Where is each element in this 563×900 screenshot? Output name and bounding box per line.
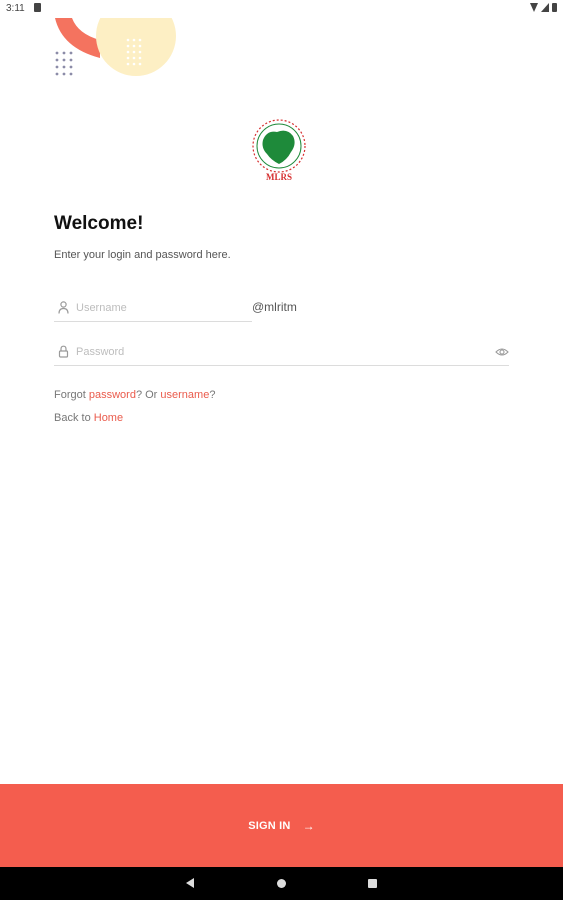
forgot-password-link[interactable]: password: [89, 389, 136, 401]
password-field[interactable]: [54, 338, 509, 366]
username-input[interactable]: [76, 297, 252, 318]
forgot-suffix: ?: [209, 389, 216, 401]
forgot-credentials-line: Forgot password? Or username?: [54, 389, 215, 401]
person-icon: [56, 300, 70, 316]
sign-in-button[interactable]: SIGN IN →: [0, 784, 563, 867]
eye-icon[interactable]: [495, 345, 509, 359]
username-field[interactable]: [54, 294, 252, 322]
page-title: Welcome!: [54, 213, 144, 234]
back-nav-icon[interactable]: [186, 878, 194, 888]
page-subtitle: Enter your login and password here.: [54, 249, 231, 261]
forgot-middle: ? Or: [135, 389, 161, 401]
arrow-right-icon: →: [302, 818, 315, 833]
username-domain-suffix: @mlritm: [252, 300, 297, 314]
home-link[interactable]: Home: [94, 412, 123, 424]
wifi-icon: [530, 3, 538, 12]
back-to-home-line: Back to Home: [54, 412, 123, 424]
lock-icon: [56, 344, 70, 360]
forgot-username-link[interactable]: username: [160, 389, 209, 401]
logo-text: MLRS: [266, 172, 292, 182]
password-input[interactable]: [76, 341, 509, 362]
battery-icon: [552, 3, 557, 12]
system-nav-bar: [0, 867, 563, 900]
home-nav-icon[interactable]: [277, 879, 286, 888]
recents-nav-icon[interactable]: [368, 879, 377, 888]
sign-in-label: SIGN IN: [248, 819, 291, 832]
signal-icon: [541, 3, 549, 12]
decorative-header-shapes: [55, 0, 200, 76]
forgot-prefix: Forgot: [54, 389, 89, 401]
status-icons: [530, 3, 557, 12]
back-prefix: Back to: [54, 412, 94, 424]
mlrs-logo: MLRS: [252, 119, 306, 182]
